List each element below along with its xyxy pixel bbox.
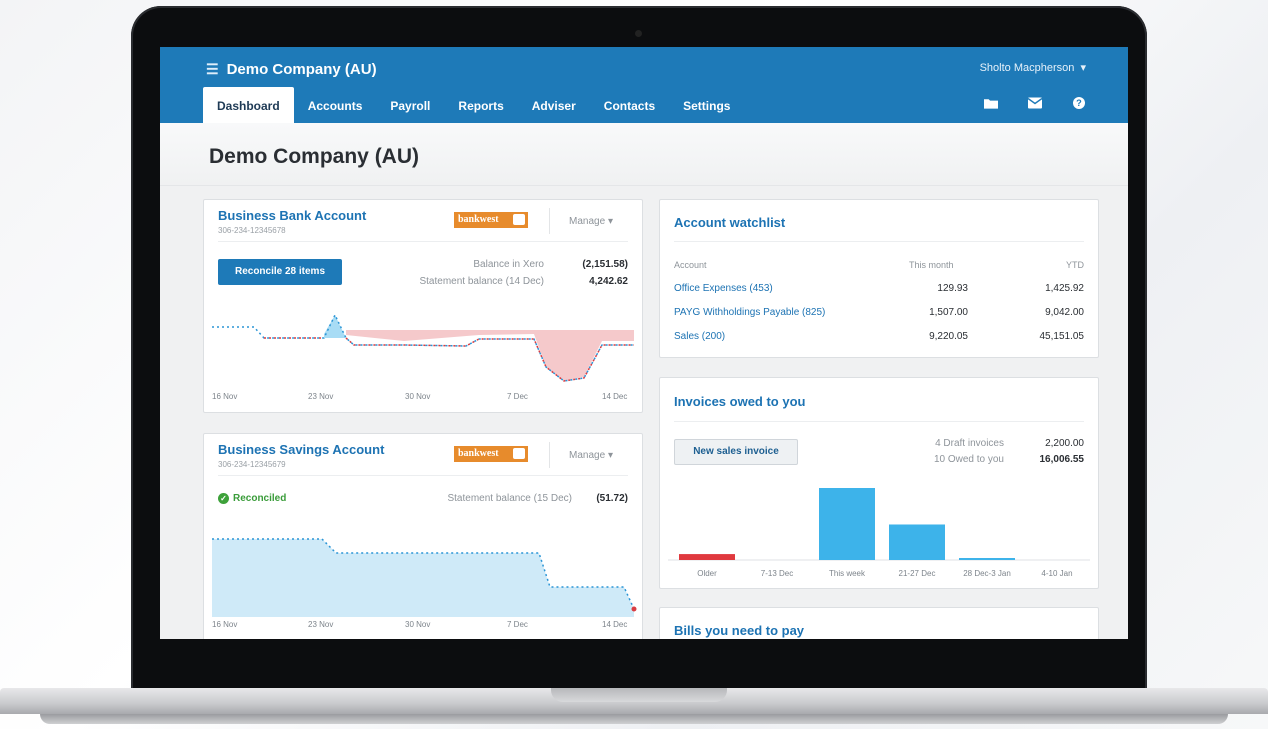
balance-chart: [212, 313, 634, 382]
tab-adviser[interactable]: Adviser: [518, 87, 590, 123]
watchlist-account-link[interactable]: PAYG Withholdings Payable (825): [674, 307, 825, 318]
watchlist-account-link[interactable]: Sales (200): [674, 331, 725, 342]
new-sales-invoice-button[interactable]: New sales invoice: [674, 439, 798, 465]
manage-dropdown[interactable]: Manage ▾: [549, 442, 632, 468]
account-watchlist-panel: Account watchlist Account This month YTD…: [659, 199, 1099, 358]
chevron-down-icon: ▾: [607, 216, 613, 227]
tab-contacts[interactable]: Contacts: [590, 87, 669, 123]
bank-account-panel: Business Bank Account 306-234-12345678 b…: [203, 199, 643, 413]
tab-payroll[interactable]: Payroll: [376, 87, 444, 123]
bank-logo: bankwest: [454, 446, 528, 462]
watchlist-month-value: 9,220.05: [929, 331, 968, 342]
check-icon: ✓: [218, 493, 229, 504]
bills-panel: Bills you need to pay: [659, 607, 1099, 639]
page-header: Demo Company (AU): [160, 123, 1128, 186]
trackpad-notch: [551, 688, 727, 702]
manage-dropdown[interactable]: Manage ▾: [549, 208, 632, 234]
page-title: Demo Company (AU): [209, 145, 420, 168]
mail-icon[interactable]: [1028, 97, 1042, 109]
axis-label: 30 Nov: [405, 392, 431, 401]
column-header-month: This month: [909, 260, 954, 270]
user-name: Sholto Macpherson: [979, 62, 1075, 74]
tab-accounts[interactable]: Accounts: [294, 87, 377, 123]
main-nav: Dashboard Accounts Payroll Reports Advis…: [203, 87, 744, 123]
statement-balance-value: (51.72): [596, 493, 628, 504]
divider: [218, 475, 628, 476]
watchlist-ytd-value: 45,151.05: [1039, 331, 1085, 342]
tab-dashboard[interactable]: Dashboard: [203, 87, 294, 123]
draft-invoices-value: 2,200.00: [1045, 438, 1084, 449]
account-name[interactable]: Business Bank Account: [218, 208, 366, 223]
chart-bar[interactable]: [679, 554, 735, 560]
axis-label: 23 Nov: [308, 392, 334, 401]
tab-reports[interactable]: Reports: [444, 87, 517, 123]
invoices-panel: Invoices owed to you New sales invoice 4…: [659, 377, 1099, 589]
watchlist-title: Account watchlist: [674, 215, 786, 230]
app-screen: ☰ Demo Company (AU) Sholto Macpherson ▾ …: [160, 47, 1128, 639]
header-icons: ?: [984, 97, 1086, 109]
axis-label: 7 Dec: [507, 620, 528, 629]
account-name[interactable]: Business Savings Account: [218, 442, 384, 457]
reconcile-button[interactable]: Reconcile 28 items: [218, 259, 342, 285]
column-header-ytd: YTD: [1066, 260, 1084, 270]
divider: [674, 241, 1084, 242]
axis-label: 23 Nov: [308, 620, 334, 629]
chart-category-label: 28 Dec-3 Jan: [963, 569, 1011, 578]
axis-label: 16 Nov: [212, 620, 238, 629]
chart-bar[interactable]: [819, 488, 875, 560]
chart-category-label: 21-27 Dec: [899, 569, 936, 578]
tab-settings[interactable]: Settings: [669, 87, 744, 123]
draft-invoices-link[interactable]: 4 Draft invoices: [935, 438, 1004, 449]
balance-xero-label: Balance in Xero: [473, 259, 544, 270]
chart-category-label: 7-13 Dec: [761, 569, 793, 578]
watchlist-account-link[interactable]: Office Expenses (453): [674, 283, 773, 294]
owed-invoices-link[interactable]: 10 Owed to you: [934, 454, 1004, 465]
owed-invoices-value: 16,006.55: [1039, 454, 1085, 465]
divider: [674, 421, 1084, 422]
axis-label: 30 Nov: [405, 620, 431, 629]
chart-category-label: 4-10 Jan: [1041, 569, 1072, 578]
axis-label: 7 Dec: [507, 392, 528, 401]
account-number: 306-234-12345679: [218, 460, 286, 469]
bills-title: Bills you need to pay: [674, 623, 805, 638]
watchlist-ytd-value: 1,425.92: [1045, 283, 1084, 294]
divider: [218, 241, 628, 242]
chart-bar[interactable]: [889, 524, 945, 560]
bank-logo: bankwest: [454, 212, 528, 228]
reconciled-status: ✓ Reconciled: [218, 493, 286, 504]
chart-category-label: Older: [697, 569, 717, 578]
axis-label: 14 Dec: [602, 620, 628, 629]
top-navigation-bar: ☰ Demo Company (AU) Sholto Macpherson ▾ …: [160, 47, 1128, 123]
watchlist-month-value: 1,507.00: [929, 307, 968, 318]
chart-bar[interactable]: [959, 558, 1015, 560]
invoices-title: Invoices owed to you: [674, 394, 806, 409]
help-icon[interactable]: ?: [1072, 97, 1086, 109]
folder-icon[interactable]: [984, 97, 998, 109]
savings-account-panel: Business Savings Account 306-234-1234567…: [203, 433, 643, 639]
laptop-base: [0, 688, 1268, 729]
watchlist-month-value: 129.93: [937, 283, 968, 294]
column-header-account: Account: [674, 260, 707, 270]
balance-chart: [212, 538, 637, 617]
chart-category-label: This week: [829, 569, 866, 578]
menu-icon: ☰: [206, 60, 219, 77]
axis-label: 14 Dec: [602, 392, 628, 401]
axis-label: 16 Nov: [212, 392, 238, 401]
invoices-chart: Older 7-13 Dec This week 21-27 Dec 28 Dec-3 …: [668, 488, 1090, 578]
org-name: Demo Company (AU): [226, 60, 377, 78]
user-menu[interactable]: Sholto Macpherson ▾: [980, 61, 1086, 74]
camera: [635, 30, 642, 37]
statement-balance-label: Statement balance (15 Dec): [447, 493, 572, 504]
balance-xero-value: (2,151.58): [582, 259, 628, 270]
watchlist-ytd-value: 9,042.00: [1045, 307, 1084, 318]
chevron-down-icon: ▾: [607, 450, 613, 461]
chevron-down-icon: ▾: [1077, 62, 1086, 74]
statement-balance-value: 4,242.62: [589, 276, 628, 287]
org-switcher[interactable]: ☰ Demo Company (AU): [206, 59, 377, 79]
statement-balance-label: Statement balance (14 Dec): [419, 276, 544, 287]
svg-text:?: ?: [1076, 98, 1082, 108]
account-number: 306-234-12345678: [218, 226, 286, 235]
